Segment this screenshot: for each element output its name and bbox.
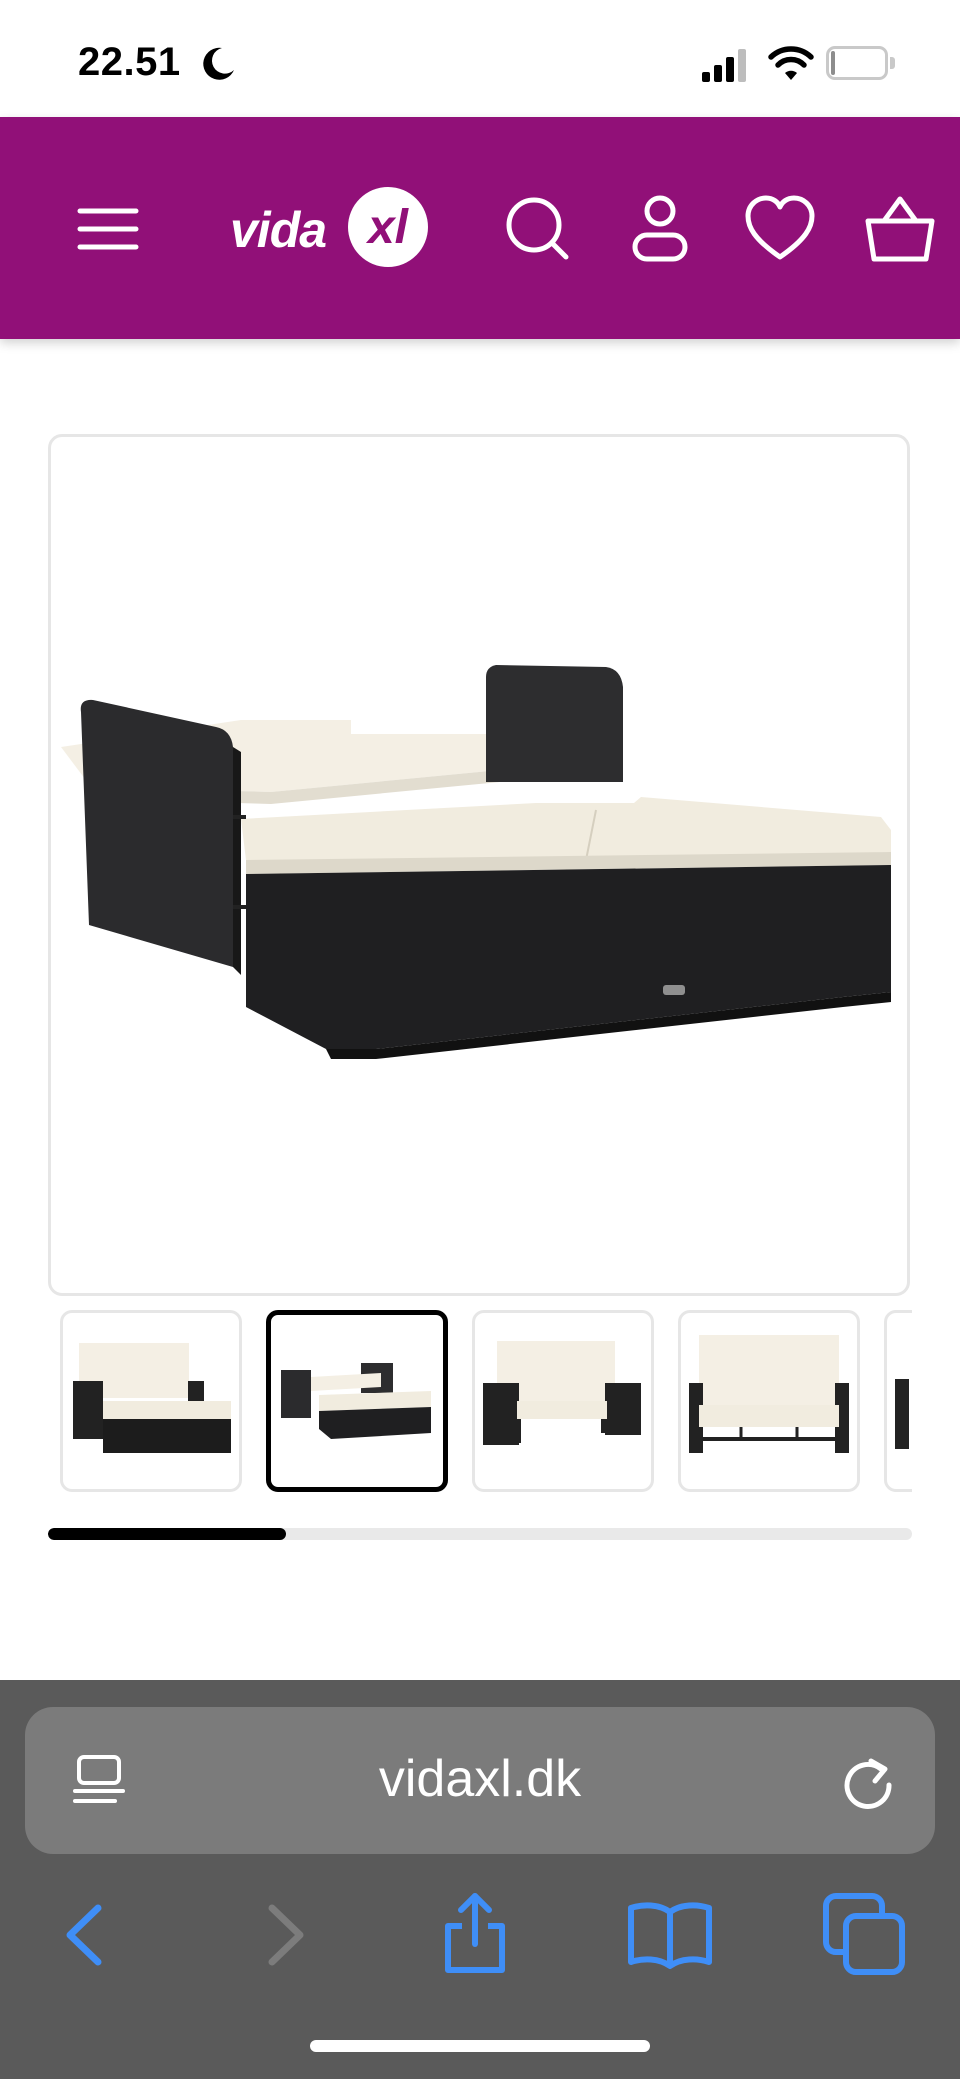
- status-bar: 22.51 4: [0, 0, 960, 117]
- forward-icon[interactable]: [240, 1890, 330, 1980]
- reload-icon[interactable]: [835, 1751, 899, 1815]
- gallery-scroll-indicator: [48, 1528, 912, 1540]
- thumbnail-3[interactable]: [472, 1310, 654, 1492]
- logo-xl-text: xl: [365, 201, 410, 254]
- url-text[interactable]: vidaxl.dk: [25, 1749, 935, 1809]
- moon-icon: [203, 47, 234, 80]
- logo-text: vida: [230, 202, 327, 258]
- share-icon[interactable]: [430, 1890, 520, 1980]
- wifi-icon: [768, 46, 814, 80]
- menu-icon[interactable]: [68, 189, 148, 269]
- thumbnail-2[interactable]: [266, 1310, 448, 1492]
- tabs-icon[interactable]: [820, 1890, 910, 1980]
- vidaxl-logo[interactable]: vida xl: [230, 179, 430, 279]
- daybed-illustration: [61, 665, 891, 1059]
- status-time: 22.51: [78, 40, 181, 84]
- bookmarks-icon[interactable]: [625, 1890, 715, 1980]
- cellular-signal-icon: [702, 49, 746, 82]
- battery-icon: 4: [826, 46, 896, 82]
- gallery-scroll-progress: [48, 1528, 286, 1540]
- back-icon[interactable]: [40, 1890, 130, 1980]
- address-bar[interactable]: vidaxl.dk: [25, 1707, 935, 1854]
- search-icon[interactable]: [498, 189, 578, 269]
- battery-level: 4: [850, 49, 864, 76]
- cart-icon[interactable]: [860, 189, 940, 269]
- battery-cap: [890, 57, 895, 69]
- logo-xl-mark: xl: [348, 187, 428, 267]
- home-indicator[interactable]: [310, 2040, 650, 2052]
- thumbnail-strip[interactable]: [48, 1310, 912, 1492]
- browser-chrome: vidaxl.dk: [0, 1680, 960, 2079]
- account-icon[interactable]: [620, 189, 700, 269]
- thumbnail-5[interactable]: [884, 1310, 912, 1492]
- wishlist-heart-icon[interactable]: [740, 189, 820, 269]
- site-header: vida xl: [0, 117, 960, 339]
- product-main-image[interactable]: [48, 434, 910, 1296]
- thumbnail-1[interactable]: [60, 1310, 242, 1492]
- thumbnail-4[interactable]: [678, 1310, 860, 1492]
